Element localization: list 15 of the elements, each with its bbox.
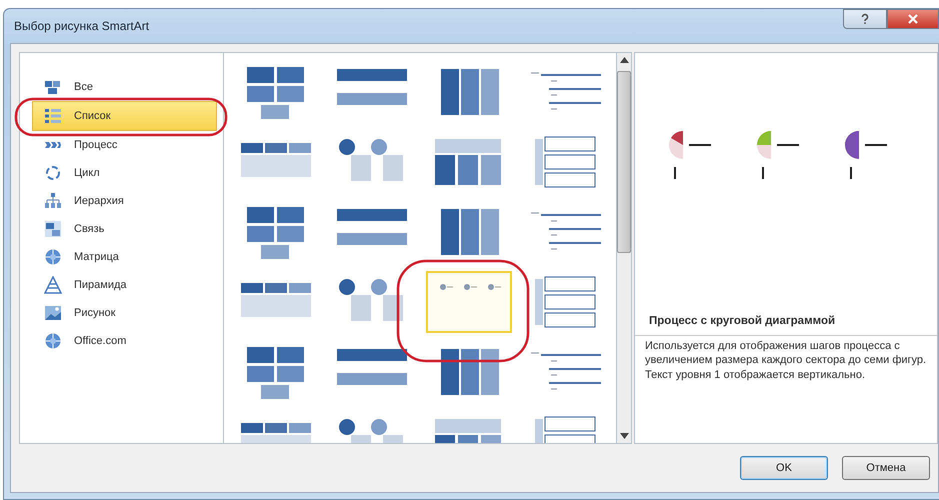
- layout-title: Процесс с круговой диаграммой: [648, 315, 836, 329]
- window-title: Выбор рисунка SmartArt: [14, 19, 150, 33]
- category-item[interactable]: Иерархия: [40, 187, 217, 215]
- category-item[interactable]: Пирамида: [40, 271, 217, 299]
- category-item[interactable]: Все: [40, 73, 217, 101]
- ok-button[interactable]: OK: [740, 456, 828, 480]
- category-item[interactable]: Цикл: [40, 159, 217, 187]
- category-item[interactable]: Office.com: [40, 327, 217, 355]
- category-item[interactable]: Рисунок: [40, 299, 217, 327]
- cancel-button[interactable]: Отмена: [842, 456, 930, 480]
- category-item[interactable]: Список: [32, 101, 217, 131]
- category-item[interactable]: Матрица: [40, 243, 217, 271]
- category-item[interactable]: Связь: [40, 215, 217, 243]
- category-item[interactable]: Процесс: [40, 131, 217, 159]
- layout-description: Используется для отображения шагов процесса с увеличением размера каждого сектора до семи фигур. Текст уровня 1 отображается вертикально.: [644, 339, 928, 382]
